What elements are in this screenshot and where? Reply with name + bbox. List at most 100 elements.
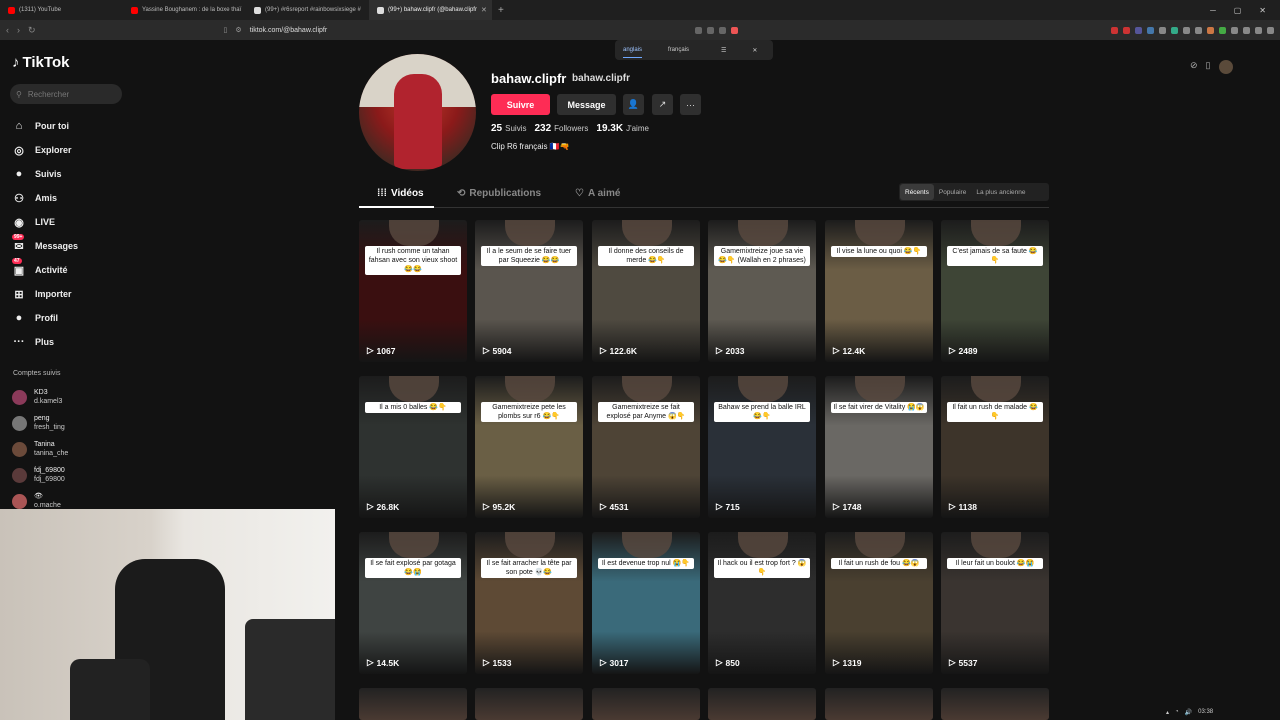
extension-icon[interactable] [1171, 26, 1178, 34]
tab-reposts[interactable]: ⟲ Republications [457, 188, 541, 199]
video-card[interactable]: Il se fait arracher la tête par son pote… [475, 532, 583, 674]
extension-icon[interactable] [1195, 26, 1202, 34]
video-card[interactable]: Il hack ou il est trop fort ? 😱👇 ▷ 850 [708, 532, 816, 674]
close-window-icon[interactable]: ✕ [1259, 6, 1266, 15]
video-card[interactable] [825, 688, 933, 720]
extension-icon[interactable] [1123, 26, 1130, 34]
video-card[interactable] [941, 688, 1049, 720]
video-card[interactable]: Il rush comme un tahan fahsan avec son v… [359, 220, 467, 362]
extension-icon[interactable] [1255, 26, 1262, 34]
sidebar-item-importer[interactable]: ⊞ Importer [12, 282, 132, 306]
sidebar-item-messages[interactable]: ✉ 99+ Messages [12, 234, 132, 258]
video-card[interactable]: Gamemixtreize pete les plombs sur r6 😂👇 ▷… [475, 376, 583, 518]
video-card[interactable]: Il a le seum de se faire tuer par Squeez… [475, 220, 583, 362]
sort-oldest[interactable]: La plus ancienne [971, 184, 1030, 200]
new-tab-button[interactable]: + [492, 5, 510, 16]
video-card[interactable]: Gamemixtreize se fait explosé par Anyme … [592, 376, 700, 518]
video-card[interactable]: Bahaw se prend la balle IRL 😂👇 ▷ 715 [708, 376, 816, 518]
extension-icon[interactable] [1267, 26, 1274, 34]
tray-icon[interactable]: ▴ [1166, 709, 1169, 716]
sidebar-item-activit-[interactable]: ▣ 47 Activité [12, 258, 132, 282]
video-card[interactable]: Il est devenue trop nul 😭👇 ▷ 3017 [592, 532, 700, 674]
extension-icon[interactable] [1219, 26, 1226, 34]
video-card[interactable] [359, 688, 467, 720]
zoom-icon[interactable] [719, 26, 727, 34]
video-card[interactable]: Il se fait explosé par gotaga 😂😭 ▷ 14.5K [359, 532, 467, 674]
tab-videos[interactable]: ⁞⁞⁞ Vidéos [377, 188, 424, 199]
following-account[interactable]: fdj_69800 fdj_69800 [12, 462, 132, 488]
extension-icon[interactable] [1243, 26, 1250, 34]
following-account[interactable]: Tanina tanina_che [12, 436, 132, 462]
close-icon[interactable]: ✕ [752, 47, 757, 54]
browser-tab[interactable]: (99+) #r6sreport #rainbowsixsiege # [246, 0, 369, 20]
extension-icon[interactable] [1207, 26, 1214, 34]
tab-liked[interactable]: ♡ A aimé [575, 188, 620, 199]
video-card[interactable] [592, 688, 700, 720]
video-card[interactable]: Il a mis 0 balles 😂👇 ▷ 26.8K [359, 376, 467, 518]
sidebar-item-amis[interactable]: ⚇ Amis [12, 186, 132, 210]
extension-icon[interactable] [1111, 26, 1118, 34]
following-count[interactable]: 25 Suivis [491, 123, 526, 134]
browser-tab-active[interactable]: (99+) bahaw.clipfr (@bahaw.clipfr ✕ [369, 0, 492, 20]
extension-icon[interactable] [1231, 26, 1238, 34]
share-button[interactable]: ↗ [652, 94, 673, 115]
close-tab-icon[interactable]: ✕ [481, 6, 487, 14]
sidebar-item-profil[interactable]: ● Profil [12, 306, 132, 330]
followers-count[interactable]: 232 Followers [534, 123, 588, 134]
video-card[interactable] [708, 688, 816, 720]
sidebar-item-explorer[interactable]: ◎ Explorer [12, 138, 132, 162]
translate-target-language[interactable]: français [668, 47, 689, 53]
video-card[interactable]: C'est jamais de sa faute 😂👇 ▷ 2489 [941, 220, 1049, 362]
translate-icon[interactable] [695, 26, 703, 34]
message-button[interactable]: Message [557, 94, 616, 115]
sort-recent[interactable]: Récents [900, 184, 934, 200]
reload-icon[interactable]: ↻ [28, 25, 36, 36]
extension-icon[interactable] [1147, 26, 1154, 34]
browser-tab[interactable]: (1311) YouTube [0, 0, 123, 20]
sidebar-item-live[interactable]: ◉ LIVE [12, 210, 132, 234]
extension-icon[interactable] [1135, 26, 1142, 34]
sidebar-item-plus[interactable]: ··· Plus [12, 330, 132, 354]
video-card[interactable]: Il vise la lune ou quoi 😂👇 ▷ 12.4K [825, 220, 933, 362]
add-friend-button[interactable]: 👤 [623, 94, 644, 115]
video-card[interactable] [475, 688, 583, 720]
video-card[interactable]: Il donne des conseils de merde 😂👇 ▷ 122.6K [592, 220, 700, 362]
user-avatar-icon[interactable] [1218, 60, 1233, 74]
extension-icon[interactable] [1183, 26, 1190, 34]
volume-icon[interactable]: 🔊 [1185, 709, 1192, 716]
sort-popular[interactable]: Populaire [934, 184, 971, 200]
explore-icon[interactable]: ⊘ [1190, 60, 1198, 74]
follow-button[interactable]: Suivre [491, 94, 550, 115]
sidebar-item-pour-toi[interactable]: ⌂ Pour toi [12, 114, 132, 138]
profile-avatar[interactable] [359, 54, 476, 171]
avatar [12, 493, 27, 509]
sidebar-item-suivis[interactable]: ● Suivis [12, 162, 132, 186]
video-card[interactable]: Il fait un rush de malade 😂👇 ▷ 1138 [941, 376, 1049, 518]
following-account[interactable]: peng fresh_ting [12, 410, 132, 436]
following-account[interactable]: KD3 d.kamel3 [12, 384, 132, 410]
url-field[interactable]: ▯ ⚙ tiktok.com/@bahaw.clipfr [224, 26, 328, 35]
video-card[interactable]: Il fait un rush de fou 😂😱 ▷ 1319 [825, 532, 933, 674]
translate-source-language[interactable]: anglais [623, 43, 643, 58]
forward-icon[interactable]: › [17, 25, 20, 35]
video-card[interactable]: Gamemixtreize joue sa vie 😂👇 (Wallah en … [708, 220, 816, 362]
minimize-icon[interactable]: ─ [1210, 6, 1216, 15]
browser-tab[interactable]: Yassine Boughanem : de la boxe thaï [123, 0, 246, 20]
network-icon[interactable]: ◔ [1175, 709, 1179, 715]
back-icon[interactable]: ‹ [6, 25, 9, 35]
site-info-icon[interactable]: ⚙ [235, 26, 241, 34]
video-card[interactable]: Il leur fait un boulot 😂😭 ▷ 5537 [941, 532, 1049, 674]
maximize-icon[interactable]: ▢ [1234, 6, 1242, 15]
tiktok-logo[interactable]: ♪ TikTok [12, 54, 69, 71]
clock[interactable]: 03:38 [1198, 709, 1213, 715]
search-input[interactable]: ⚲ Rechercher [10, 84, 122, 104]
bookmark-icon[interactable]: ▯ [224, 26, 228, 34]
extension-icon[interactable] [1159, 26, 1166, 34]
device-icon[interactable]: ▯ [1206, 60, 1211, 74]
share-icon[interactable] [707, 26, 715, 34]
tiktok-icon [254, 6, 261, 14]
video-card[interactable]: Il se fait virer de Vitality 😭😱 ▷ 1748 [825, 376, 933, 518]
brave-icon[interactable] [731, 26, 739, 34]
menu-icon[interactable]: ☰ [721, 47, 726, 54]
more-options-button[interactable]: ··· [680, 94, 701, 115]
